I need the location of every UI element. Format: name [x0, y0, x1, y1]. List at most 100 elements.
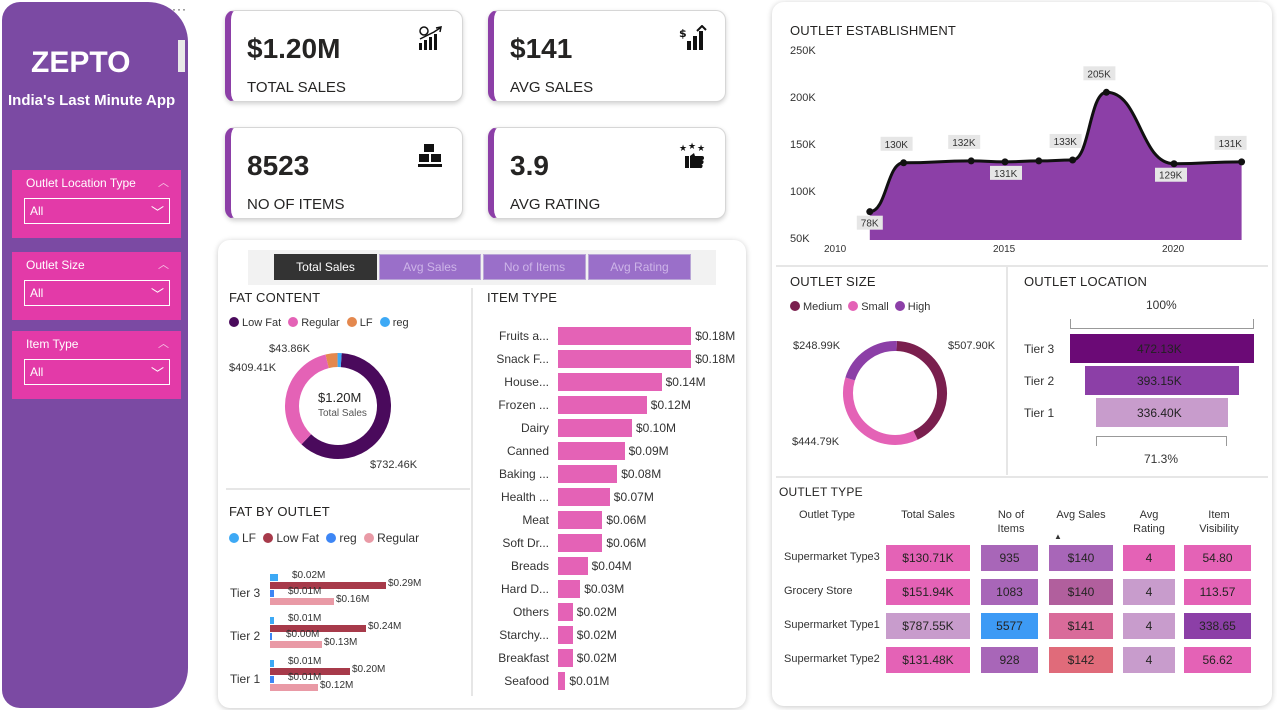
fat-content-donut[interactable]	[283, 351, 393, 461]
bar	[558, 442, 625, 460]
outlet-location-type-dropdown[interactable]: All ﹀	[24, 198, 170, 224]
category-label: Baking ...	[498, 467, 549, 481]
x-tick-label: 2010	[824, 244, 847, 255]
data-label: $0.03M	[584, 582, 625, 596]
legend-label: Regular	[301, 317, 340, 329]
data-label: $0.02M	[576, 628, 617, 642]
data-label: $0.01M	[288, 672, 322, 683]
bar	[558, 465, 618, 483]
outlet-establishment-area-chart[interactable]: 250K 200K 150K 100K 50K 2010 2015 2020 78K 130K 13…	[782, 40, 1262, 262]
bar	[558, 580, 581, 598]
tier-label: Tier 3	[230, 586, 261, 600]
bar	[558, 672, 566, 690]
outlet-type-name: Supermarket Type3	[784, 551, 880, 563]
fat-by-outlet-chart[interactable]: Tier 3 $0.02M $0.29M $0.01M $0.16M Tier 2 $0.0…	[226, 566, 470, 696]
sales-growth-icon	[419, 26, 442, 50]
bar	[558, 534, 603, 552]
outlet-size-title: OUTLET SIZE	[790, 274, 876, 289]
data-label: $0.18M	[695, 352, 736, 366]
data-label: $0.01M	[288, 586, 322, 597]
column-header[interactable]: Avg Rating	[1124, 508, 1174, 536]
data-label: $0.02M	[576, 651, 617, 665]
category-label: Fruits a...	[498, 329, 549, 343]
category-label: Meat	[522, 513, 549, 527]
table-cell: 4	[1123, 647, 1175, 673]
data-label: $0.24M	[368, 621, 402, 632]
data-label: 205K	[1087, 69, 1111, 80]
column-header[interactable]: Total Sales	[886, 508, 970, 522]
outlet-location-funnel[interactable]: Tier 3 472.13K Tier 2 393.15K Tier 1 336.40K	[1018, 330, 1268, 430]
kpi-label: TOTAL SALES	[247, 79, 346, 96]
column-header[interactable]: Item Visibility	[1188, 508, 1250, 536]
outlet-type-name: Supermarket Type1	[784, 619, 880, 631]
data-label: 132K	[952, 138, 976, 149]
outlet-establishment-title: OUTLET ESTABLISHMENT	[790, 23, 957, 38]
item-type-dropdown[interactable]: All ﹀	[24, 359, 170, 385]
data-label: $0.01M	[288, 613, 322, 624]
data-label: $0.29M	[388, 578, 422, 589]
sort-descending-icon[interactable]: ▲	[1054, 532, 1062, 541]
more-options-icon[interactable]: ···	[172, 2, 187, 16]
tab-avg-rating[interactable]: Avg Rating	[588, 254, 691, 280]
data-point	[1170, 160, 1178, 168]
kpi-label: NO OF ITEMS	[247, 196, 345, 213]
bar	[270, 641, 322, 648]
legend-dot	[848, 301, 859, 311]
outlet-size-dropdown[interactable]: All ﹀	[24, 280, 170, 306]
legend-dot	[288, 317, 299, 327]
category-label: Snack F...	[496, 352, 549, 366]
scrollbar[interactable]	[178, 40, 185, 72]
outlet-type-name: Supermarket Type2	[784, 653, 880, 665]
kpi-label: AVG SALES	[510, 79, 594, 96]
table-cell: 5577	[981, 613, 1038, 639]
bar	[558, 327, 692, 345]
table-cell: 4	[1123, 579, 1175, 605]
category-label: Health ...	[500, 490, 549, 504]
data-point	[900, 159, 908, 167]
bar	[270, 676, 274, 683]
column-header[interactable]: Outlet Type	[784, 508, 874, 522]
bar	[558, 649, 573, 667]
y-tick-label: 200K	[790, 92, 816, 104]
donut-center-value: $1.20M	[318, 390, 362, 405]
data-label: $0.12M	[650, 398, 691, 412]
tier-label: Tier 1	[1024, 406, 1055, 420]
table-cell: 56.62	[1184, 647, 1251, 673]
table-cell: $787.55K	[886, 613, 970, 639]
data-label: $0.18M	[695, 329, 736, 343]
column-header[interactable]: Avg Sales	[1049, 508, 1113, 522]
kpi-avg-rating: 3.9 AVG RATING ★ ★ ★	[488, 127, 726, 219]
legend-dot	[326, 533, 337, 543]
item-type-chart[interactable]: Fruits a... $0.18M Snack F... $0.18M House..…	[487, 320, 742, 695]
tab-total-sales[interactable]: Total Sales	[274, 254, 377, 280]
table-cell: $140	[1049, 579, 1113, 605]
table-cell: 1083	[981, 579, 1038, 605]
chevron-up-icon[interactable]: ︿	[158, 335, 169, 351]
table-cell: $142	[1049, 647, 1113, 673]
category-label: Others	[512, 605, 549, 619]
slicer-outlet-size: Outlet Size ︿ All ﹀	[12, 252, 181, 320]
donut-slice	[301, 353, 391, 459]
column-header[interactable]: No of Items	[985, 508, 1037, 536]
tab-no-of-items[interactable]: No of Items	[483, 254, 586, 280]
category-label: Soft Dr...	[502, 536, 549, 550]
sidebar: ··· ZEPTO India's Last Minute App Outlet…	[0, 0, 190, 710]
chevron-up-icon[interactable]: ︿	[158, 174, 169, 190]
chevron-down-icon: ﹀	[150, 366, 164, 381]
data-label: 78K	[861, 219, 879, 230]
legend-label: High	[907, 301, 931, 313]
legend-label: Regular	[377, 531, 420, 545]
kpi-value: $1.20M	[247, 33, 341, 64]
tab-avg-sales[interactable]: Avg Sales	[379, 254, 481, 280]
funnel-top-bracket	[1070, 319, 1254, 329]
kpi-avg-sales: $141 AVG SALES $	[488, 10, 726, 102]
category-label: Seafood	[504, 674, 549, 688]
y-tick-label: 100K	[790, 186, 816, 198]
outlet-type-title: OUTLET TYPE	[779, 485, 863, 499]
category-label: Hard D...	[500, 582, 549, 596]
data-label: $0.16M	[336, 594, 370, 605]
slicer-value: All	[30, 204, 44, 218]
chevron-up-icon[interactable]: ︿	[158, 256, 169, 272]
outlet-size-donut[interactable]	[840, 338, 950, 448]
data-point	[866, 208, 874, 216]
